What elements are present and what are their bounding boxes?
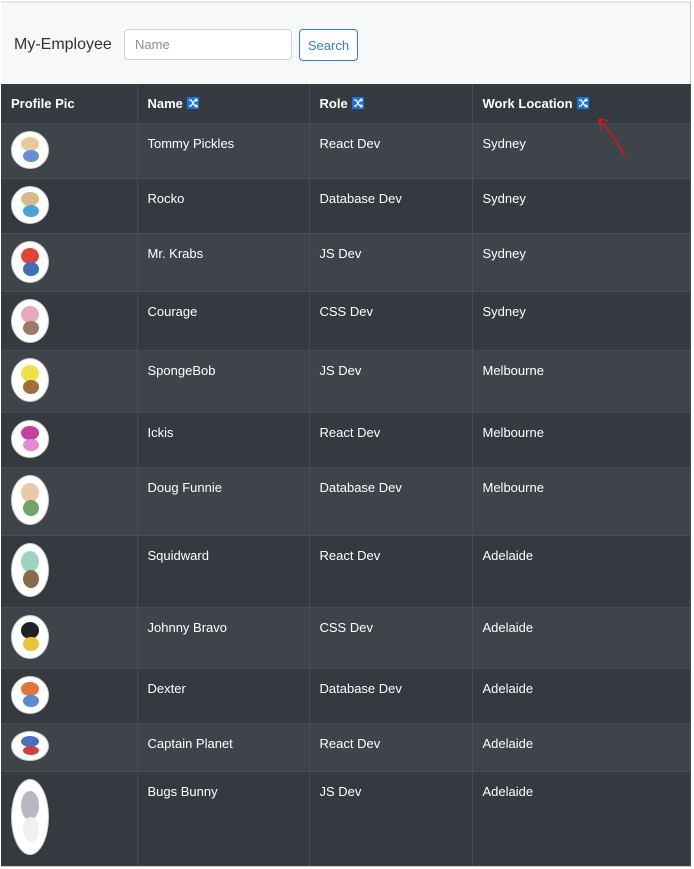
table-row: Doug Funnie Database Dev Melbourne	[1, 466, 691, 535]
role-cell: JS Dev	[309, 232, 473, 291]
role-cell: React Dev	[309, 722, 473, 771]
table-row: Rocko Database Dev Sydney	[1, 177, 691, 233]
table-row: Tommy Pickles React Dev Sydney	[1, 122, 691, 178]
work-location-cell: Adelaide	[472, 534, 691, 607]
role-cell: JS Dev	[309, 349, 473, 412]
name-cell: Rocko	[137, 177, 310, 233]
name-cell: SpongeBob	[137, 349, 310, 412]
header-label: Profile Pic	[11, 95, 75, 111]
work-location-cell: Melbourne	[472, 411, 691, 467]
table-row: SpongeBob JS Dev Melbourne	[1, 349, 691, 412]
work-location-cell: Adelaide	[472, 722, 691, 771]
profile-pic-cell	[1, 177, 138, 233]
avatar	[11, 730, 49, 761]
profile-pic-cell	[1, 722, 138, 771]
role-cell: CSS Dev	[309, 290, 473, 350]
avatar	[11, 419, 49, 458]
table-row: Captain Planet React Dev Adelaide	[1, 722, 691, 771]
profile-pic-cell	[1, 122, 138, 178]
name-cell: Ickis	[137, 411, 310, 467]
name-cell: Squidward	[137, 534, 310, 607]
profile-pic-cell	[1, 606, 138, 668]
work-location-cell: Adelaide	[472, 606, 691, 668]
sort-icon[interactable]	[351, 96, 364, 109]
brand-title[interactable]: My-Employee	[14, 36, 112, 54]
avatar	[11, 298, 49, 343]
navbar: My-Employee Search	[1, 1, 690, 84]
table-row: Bugs Bunny JS Dev Adelaide	[1, 770, 691, 866]
table-body: Tommy Pickles React Dev Sydney Rocko Databas…	[1, 122, 691, 866]
avatar	[11, 542, 49, 597]
table-row: Johnny Bravo CSS Dev Adelaide	[1, 606, 691, 668]
work-location-cell: Melbourne	[472, 349, 691, 412]
app-window: My-Employee Search Profile Pic Name Role	[1, 1, 691, 867]
sort-icon[interactable]	[186, 96, 199, 109]
table-row: Mr. Krabs JS Dev Sydney	[1, 232, 691, 291]
work-location-cell: Adelaide	[472, 770, 691, 866]
table-row: Ickis React Dev Melbourne	[1, 411, 691, 467]
avatar	[11, 474, 49, 525]
role-cell: Database Dev	[309, 667, 473, 723]
table-header-row: Profile Pic Name Role Work Location	[1, 84, 691, 124]
header-profile-pic: Profile Pic	[1, 84, 138, 124]
name-cell: Courage	[137, 290, 310, 350]
header-role: Role	[309, 84, 473, 124]
name-cell: Bugs Bunny	[137, 770, 310, 866]
work-location-cell: Sydney	[472, 290, 691, 350]
avatar	[11, 240, 49, 283]
avatar	[11, 185, 49, 224]
avatar	[11, 778, 49, 855]
header-label: Role	[319, 95, 348, 111]
role-cell: React Dev	[309, 534, 473, 607]
avatar	[11, 357, 49, 402]
role-cell: React Dev	[309, 411, 473, 467]
work-location-cell: Melbourne	[472, 466, 691, 535]
table-row: Courage CSS Dev Sydney	[1, 290, 691, 350]
profile-pic-cell	[1, 667, 138, 723]
header-label: Name	[147, 95, 183, 111]
work-location-cell: Sydney	[472, 177, 691, 233]
name-cell: Johnny Bravo	[137, 606, 310, 668]
name-cell: Mr. Krabs	[137, 232, 310, 291]
profile-pic-cell	[1, 411, 138, 467]
profile-pic-cell	[1, 290, 138, 350]
header-name: Name	[137, 84, 310, 124]
avatar	[11, 130, 49, 169]
table-row: Dexter Database Dev Adelaide	[1, 667, 691, 723]
profile-pic-cell	[1, 232, 138, 291]
employee-table: Profile Pic Name Role Work Location Tomm…	[1, 84, 691, 866]
role-cell: React Dev	[309, 122, 473, 178]
name-cell: Dexter	[137, 667, 310, 723]
search-button[interactable]: Search	[299, 29, 358, 61]
header-label: Work Location	[482, 95, 573, 111]
role-cell: JS Dev	[309, 770, 473, 866]
profile-pic-cell	[1, 466, 138, 535]
sort-icon[interactable]	[576, 96, 589, 109]
name-cell: Tommy Pickles	[137, 122, 310, 178]
name-cell: Captain Planet	[137, 722, 310, 771]
avatar	[11, 614, 49, 659]
avatar	[11, 675, 49, 714]
table-row: Squidward React Dev Adelaide	[1, 534, 691, 607]
profile-pic-cell	[1, 770, 138, 866]
work-location-cell: Sydney	[472, 122, 691, 178]
role-cell: CSS Dev	[309, 606, 473, 668]
work-location-cell: Adelaide	[472, 667, 691, 723]
role-cell: Database Dev	[309, 177, 473, 233]
search-input[interactable]	[124, 29, 292, 60]
work-location-cell: Sydney	[472, 232, 691, 291]
profile-pic-cell	[1, 534, 138, 607]
profile-pic-cell	[1, 349, 138, 412]
name-cell: Doug Funnie	[137, 466, 310, 535]
role-cell: Database Dev	[309, 466, 473, 535]
header-work-location: Work Location	[472, 84, 691, 124]
annotation-arrow-icon	[598, 118, 626, 157]
